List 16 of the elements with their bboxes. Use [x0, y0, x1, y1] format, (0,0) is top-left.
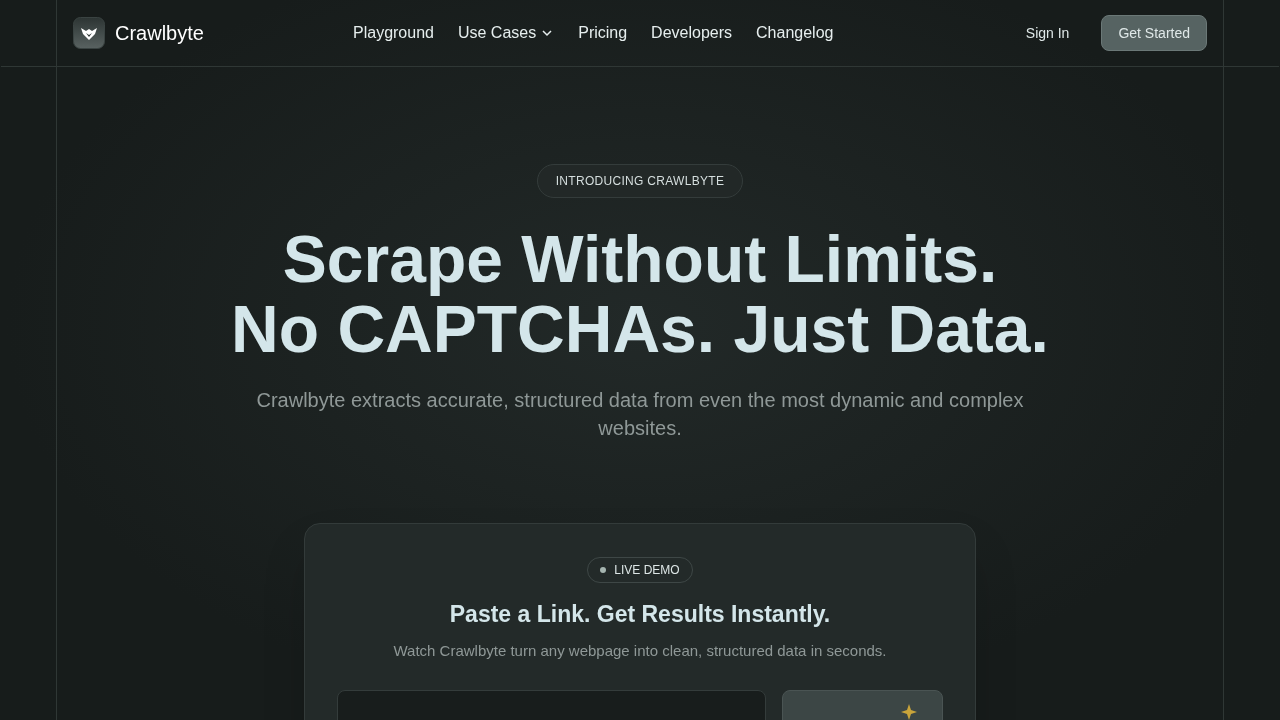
get-started-button[interactable]: Get Started [1101, 15, 1207, 51]
sign-in-link[interactable]: Sign In [1025, 22, 1070, 44]
nav-dropdown[interactable]: Use Cases [457, 21, 555, 45]
demo-subtitle: Watch Crawlbyte turn any webpage into clean, structured data in seconds. [393, 640, 887, 661]
hero-heading: Scrape Without Limits. No CAPTCHAs. Just Data. [231, 224, 1049, 364]
nav-link[interactable]: Developers [651, 21, 733, 45]
live-demo-label: LIVE DEMO [614, 562, 680, 579]
demo-title: Paste a Link. Get Results Instantly. [449, 600, 831, 629]
nav-link[interactable]: Changelog [756, 21, 834, 45]
logo-icon [73, 17, 105, 49]
sparkle-icon [900, 703, 918, 720]
hero-subtitle: Crawlbyte extracts accurate, structured data from even the most dynamic and complex websites. [255, 388, 1025, 441]
brand-name: Crawlbyte [115, 21, 204, 46]
nav-link[interactable]: Playground [353, 21, 434, 45]
nav-link[interactable]: Pricing [578, 21, 628, 45]
intro-badge: INTRODUCING CRAWLBYTE [536, 164, 744, 198]
